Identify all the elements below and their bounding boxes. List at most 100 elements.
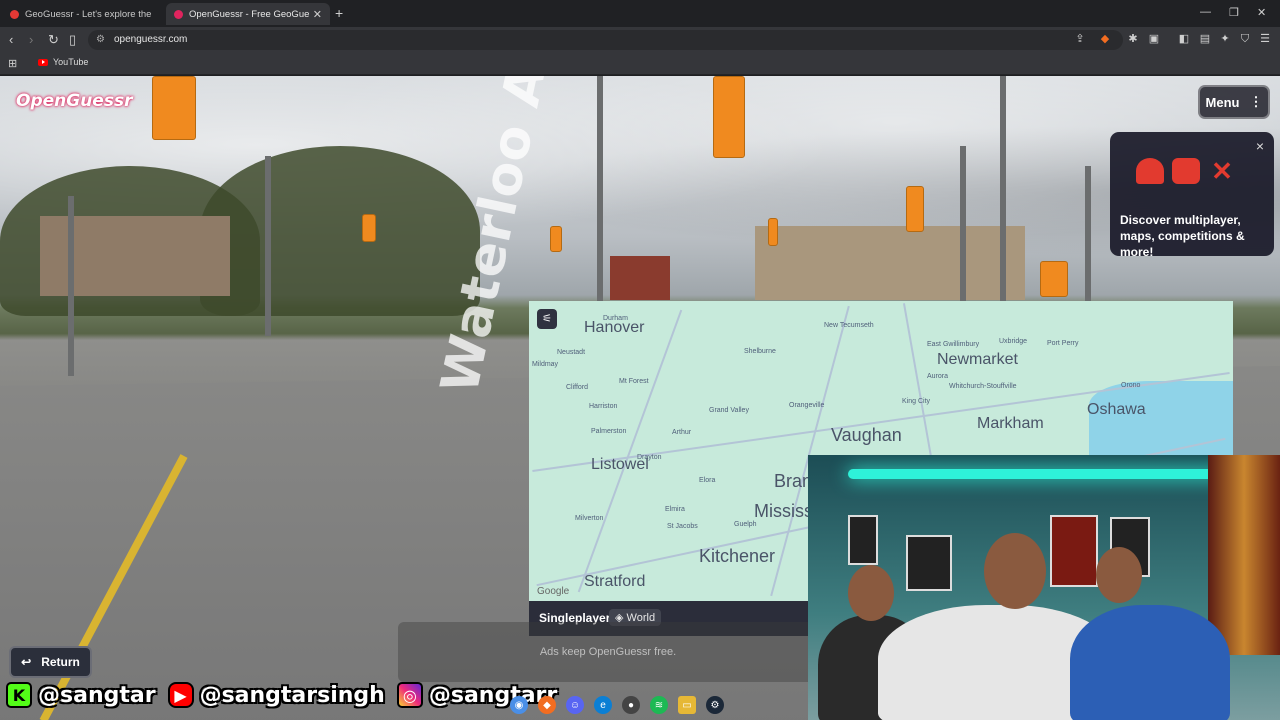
geoguessr-favicon-icon <box>10 9 19 19</box>
tree-line <box>200 146 480 316</box>
site-info-icon[interactable]: ⚙ <box>96 30 105 50</box>
map-city-label: Newmarket <box>937 351 1018 368</box>
close-window-icon[interactable]: ✕ <box>1257 6 1266 19</box>
map-city-label: Kitchener <box>699 546 776 566</box>
poster <box>906 535 952 591</box>
chrome-icon[interactable]: ◉ <box>510 696 528 714</box>
map-town-label: Drayton <box>637 454 662 461</box>
map-town-label: Uxbridge <box>999 338 1028 345</box>
bookmark-icon[interactable]: ▯ <box>69 32 76 48</box>
pole <box>1085 166 1091 301</box>
discord-icon[interactable]: ☺ <box>566 696 584 714</box>
map-town-label: New Tecumseth <box>824 322 874 329</box>
address-toolbar: ‹ › ↻ ▯ ⚙ openguessr.com ⇪ ◆ ✱ ▣ ◧ ▤ ✦ ⛉… <box>0 27 1280 53</box>
traffic-signal <box>1040 261 1068 297</box>
google-logo: Google <box>537 586 570 597</box>
back-icon[interactable]: ‹ <box>9 32 13 47</box>
crossed-swords-icon: ✕ <box>1211 156 1233 186</box>
restore-icon[interactable]: ❐ <box>1229 6 1239 19</box>
sidebar-icon[interactable]: ◧ <box>1178 33 1190 45</box>
close-tab-icon[interactable]: ✕ <box>313 8 322 21</box>
return-arrow-icon: ↩ <box>21 655 32 669</box>
openguessr-favicon-icon <box>174 9 183 19</box>
share-icon[interactable]: ⇪ <box>1074 33 1086 45</box>
forward-icon[interactable]: › <box>29 32 33 47</box>
map-town-label: Aurora <box>927 373 949 380</box>
kick-icon: K <box>6 682 32 708</box>
steam-icon[interactable]: ⚙ <box>706 696 724 714</box>
new-tab-button[interactable]: + <box>335 5 343 21</box>
map-town-label: Grand Valley <box>709 407 749 414</box>
social-handles: K @sangtar ▶ @sangtarsingh ◎ @sangtarr <box>6 680 563 710</box>
browser-menu-icon[interactable]: ☰ <box>1259 33 1271 45</box>
map-town-label: Palmerston <box>591 428 627 435</box>
tab-strip: GeoGuessr - Let's explore the world! Ope… <box>0 0 1280 27</box>
traffic-signal <box>362 214 376 242</box>
cube-icon <box>1172 158 1200 184</box>
ad-text: Ads keep OpenGuessr free. <box>539 646 677 658</box>
file-explorer-icon[interactable]: ▭ <box>678 696 696 714</box>
reload-icon[interactable]: ↻ <box>48 32 59 48</box>
map-town-label: Milverton <box>575 515 604 522</box>
bookmark-youtube[interactable]: YouTube <box>38 57 88 67</box>
map-town-label: St Jacobs <box>667 523 698 530</box>
lake-ontario <box>1089 381 1233 461</box>
pole <box>265 156 271 336</box>
apps-grid-icon[interactable]: ⊞ <box>8 57 17 70</box>
menu-label: Menu <box>1205 94 1240 110</box>
vpn-icon[interactable]: ⛉ <box>1239 33 1251 45</box>
obs-icon[interactable]: ● <box>622 696 640 714</box>
person-right <box>1070 605 1230 720</box>
map-town-label: Clifford <box>566 384 589 391</box>
menu-button[interactable]: Menu ⋮ <box>1198 85 1270 119</box>
map-town-label: Whitchurch-Stouffville <box>949 383 1017 390</box>
promo-card[interactable]: × ✕ Discover multiplayer, maps, competit… <box>1110 132 1274 259</box>
house <box>610 256 670 300</box>
curtain <box>1208 455 1280 655</box>
kebab-menu-icon: ⋮ <box>1249 94 1263 109</box>
edge-icon[interactable]: e <box>594 696 612 714</box>
map-town-label: Shelburne <box>744 348 776 355</box>
map-town-label: Durham <box>603 315 628 322</box>
pole <box>597 76 603 301</box>
poster <box>1050 515 1098 587</box>
tab-search-icon[interactable]: ▤ <box>1199 33 1211 45</box>
bookmarks-bar: ⊞ YouTube <box>0 53 1280 75</box>
close-icon[interactable]: × <box>1256 138 1264 154</box>
brave-icon[interactable]: ◆ <box>538 696 556 714</box>
youtube-icon: ▶ <box>167 682 194 708</box>
map-town-label: Orono <box>1121 382 1141 389</box>
tab-openguessr[interactable]: OpenGuessr - Free GeoGuessr ✕ <box>166 3 330 25</box>
traffic-signal <box>768 218 778 246</box>
map-city-label: Markham <box>977 415 1044 432</box>
leo-icon[interactable]: ✦ <box>1219 33 1231 45</box>
pole <box>68 196 74 376</box>
heart-icon <box>1136 158 1164 184</box>
map-city-label: Stratford <box>584 573 646 590</box>
map-settings-icon[interactable]: ⚟ <box>537 309 557 329</box>
address-bar[interactable]: ⚙ openguessr.com <box>88 30 1123 50</box>
openguessr-logo[interactable]: OpenGuessr <box>16 91 132 111</box>
minimize-icon[interactable]: — <box>1200 6 1211 18</box>
promo-icons: ✕ <box>1136 158 1236 184</box>
ad-slot: Ads keep OpenGuessr free. <box>398 622 818 682</box>
extensions-icon[interactable]: ✱ <box>1127 33 1139 45</box>
traffic-signal <box>152 76 196 140</box>
return-button[interactable]: ↩ Return <box>9 646 92 678</box>
map-town-label: Port Perry <box>1047 340 1079 347</box>
tab-title: GeoGuessr - Let's explore the world! <box>25 8 154 20</box>
person-left-head <box>848 565 894 621</box>
map-town-label: Arthur <box>672 429 692 436</box>
traffic-signal <box>550 226 562 252</box>
spotify-icon[interactable]: ≋ <box>650 696 668 714</box>
pole <box>1000 76 1006 301</box>
bookmark-label: YouTube <box>53 57 89 67</box>
map-town-label: Orangeville <box>789 402 825 409</box>
traffic-signal <box>906 186 924 232</box>
brave-shield-icon[interactable]: ◆ <box>1099 33 1111 45</box>
kick-handle: @sangtar <box>38 682 156 708</box>
map-city-label: Vaughan <box>831 425 902 445</box>
url-text: openguessr.com <box>114 34 188 45</box>
wallet-icon[interactable]: ▣ <box>1148 33 1160 45</box>
tab-geoguessr[interactable]: GeoGuessr - Let's explore the world! <box>2 3 162 25</box>
